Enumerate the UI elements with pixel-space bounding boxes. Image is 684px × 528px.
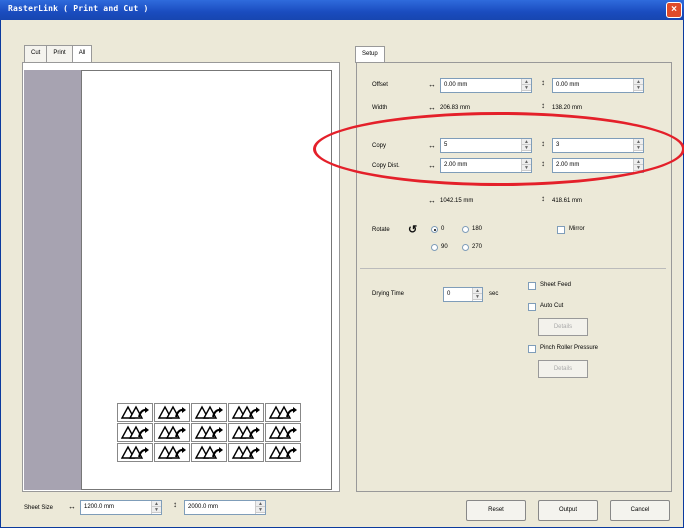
vertical-arrow-icon: ↕ bbox=[541, 101, 545, 110]
sheet-width-input[interactable]: 1200.0 mm ▲ ▼ bbox=[80, 500, 162, 515]
width-h-value: 206.83 mm bbox=[440, 105, 471, 111]
copy-tile bbox=[228, 403, 264, 422]
rotate-label: Rotate bbox=[372, 227, 390, 233]
divider bbox=[360, 268, 666, 269]
copy-grid bbox=[117, 403, 301, 462]
copy-tile bbox=[154, 423, 190, 442]
copy-tile bbox=[154, 443, 190, 462]
offset-v-value: 0.00 mm bbox=[556, 82, 580, 88]
width-label: Width bbox=[372, 105, 388, 111]
auto-cut-details-button[interactable]: Details bbox=[538, 318, 588, 336]
sheet-size-label: Sheet Size bbox=[24, 505, 54, 511]
reset-button[interactable]: Reset bbox=[466, 500, 526, 521]
copy-tile bbox=[191, 443, 227, 462]
sheet-width-value: 1200.0 mm bbox=[84, 504, 115, 510]
rotate-180-label: 180 bbox=[472, 226, 483, 232]
copy-tile bbox=[265, 443, 301, 462]
rotate-180-radio[interactable] bbox=[462, 226, 469, 233]
total-v-value: 418.61 mm bbox=[552, 198, 583, 204]
horizontal-arrow-icon: ↔ bbox=[68, 502, 76, 511]
mirror-checkbox[interactable] bbox=[557, 226, 565, 234]
window-title: RasterLink ( Print and Cut ) bbox=[8, 4, 149, 13]
auto-cut-label: Auto Cut bbox=[540, 303, 564, 309]
spin-buttons[interactable]: ▲ ▼ bbox=[255, 501, 265, 514]
drying-unit: sec bbox=[489, 291, 499, 297]
sheet-height-input[interactable]: 2000.0 mm ▲ ▼ bbox=[184, 500, 266, 515]
vertical-arrow-icon: ↕ bbox=[173, 500, 177, 509]
copy-tile bbox=[228, 423, 264, 442]
rotate-270-label: 270 bbox=[472, 244, 483, 250]
highlight-ellipse bbox=[313, 112, 684, 186]
horizontal-arrow-icon: ↔ bbox=[428, 103, 436, 112]
offset-label: Offset bbox=[372, 82, 388, 88]
output-button[interactable]: Output bbox=[538, 500, 598, 521]
copy-tile bbox=[154, 403, 190, 422]
horizontal-arrow-icon: ↔ bbox=[428, 196, 436, 205]
copy-tile bbox=[191, 423, 227, 442]
spin-buttons[interactable]: ▲ ▼ bbox=[633, 79, 643, 92]
total-h-value: 1042.15 mm bbox=[440, 198, 474, 204]
tab-all[interactable]: All bbox=[71, 45, 93, 63]
cancel-button[interactable]: Cancel bbox=[610, 500, 670, 521]
tab-setup[interactable]: Setup bbox=[355, 46, 385, 63]
offset-h-value: 0.00 mm bbox=[444, 82, 468, 88]
vertical-arrow-icon: ↕ bbox=[541, 78, 545, 87]
spin-buttons[interactable]: ▲ ▼ bbox=[472, 288, 482, 301]
rotate-0-label: 0 bbox=[441, 226, 445, 232]
preview-margin bbox=[24, 70, 81, 490]
sheet-height-value: 2000.0 mm bbox=[188, 504, 219, 510]
tab-print[interactable]: Print bbox=[46, 45, 73, 62]
copy-tile bbox=[265, 403, 301, 422]
pinch-roller-checkbox[interactable] bbox=[528, 345, 536, 353]
rotate-270-radio[interactable] bbox=[462, 244, 469, 251]
spin-buttons[interactable]: ▲ ▼ bbox=[521, 79, 531, 92]
vertical-arrow-icon: ↕ bbox=[541, 194, 545, 203]
copy-tile bbox=[117, 443, 153, 462]
copy-tile bbox=[117, 423, 153, 442]
rotate-90-radio[interactable] bbox=[431, 244, 438, 251]
copy-tile bbox=[228, 443, 264, 462]
spin-buttons[interactable]: ▲ ▼ bbox=[151, 501, 161, 514]
rotate-90-label: 90 bbox=[441, 244, 448, 250]
pinch-roller-label: Pinch Roller Pressure bbox=[540, 345, 599, 351]
sheet-feed-checkbox[interactable] bbox=[528, 282, 536, 290]
copy-tile bbox=[117, 403, 153, 422]
pinch-roller-details-button[interactable]: Details bbox=[538, 360, 588, 378]
copy-tile bbox=[265, 423, 301, 442]
rotate-icon: ↺ bbox=[408, 224, 418, 236]
drying-time-input[interactable]: 0 ▲ ▼ bbox=[443, 287, 483, 302]
left-tabs: Cut Print All bbox=[24, 45, 93, 63]
drying-time-value: 0 bbox=[447, 291, 451, 297]
copy-tile bbox=[191, 403, 227, 422]
mirror-label: Mirror bbox=[569, 226, 585, 232]
rotate-0-radio[interactable] bbox=[431, 226, 438, 233]
tab-cut[interactable]: Cut bbox=[24, 45, 48, 62]
drying-time-label: Drying Time bbox=[372, 291, 405, 297]
width-v-value: 138.20 mm bbox=[552, 105, 583, 111]
title-bar: RasterLink ( Print and Cut ) × bbox=[0, 0, 684, 20]
sheet-preview[interactable] bbox=[81, 70, 332, 490]
sheet-feed-label: Sheet Feed bbox=[540, 282, 572, 288]
horizontal-arrow-icon: ↔ bbox=[428, 80, 436, 89]
close-button[interactable]: × bbox=[666, 2, 682, 18]
offset-h-input[interactable]: 0.00 mm ▲ ▼ bbox=[440, 78, 532, 93]
offset-v-input[interactable]: 0.00 mm ▲ ▼ bbox=[552, 78, 644, 93]
auto-cut-checkbox[interactable] bbox=[528, 303, 536, 311]
